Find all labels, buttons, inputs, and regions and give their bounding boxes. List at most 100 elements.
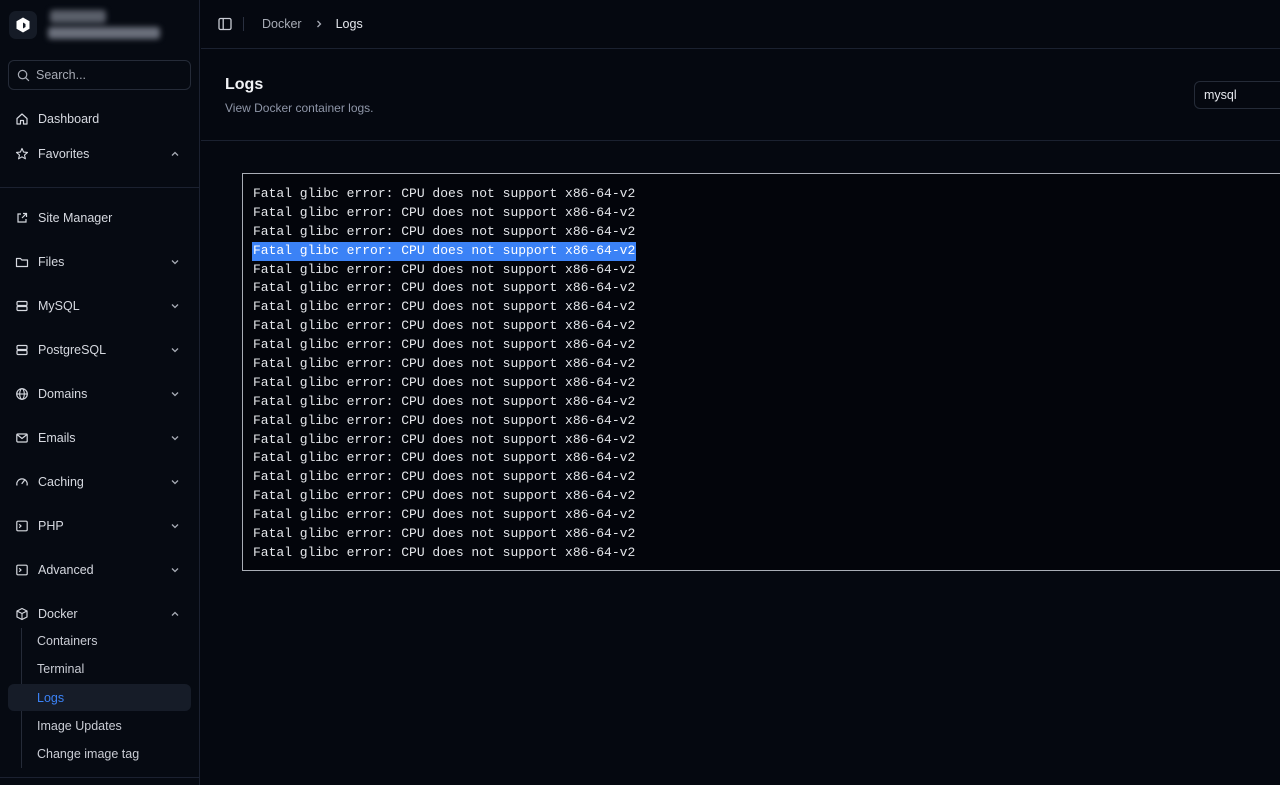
nav-docker-logs-label: Logs [37,690,65,705]
sidebar-divider [0,777,199,778]
log-line-text: Fatal glibc error: CPU does not support … [253,412,636,428]
log-line: Fatal glibc error: CPU does not support … [252,261,1280,280]
terminal-icon [14,518,30,534]
nav-docker-containers[interactable]: Containers [28,627,191,654]
page-subtitle: View Docker container logs. [225,101,374,115]
log-line-text: Fatal glibc error: CPU does not support … [253,356,636,372]
terminal-icon [14,562,30,578]
log-line: Fatal glibc error: CPU does not support … [252,487,1280,506]
log-line-text: Fatal glibc error: CPU does not support … [253,488,636,504]
log-line-text: Fatal glibc error: CPU does not support … [253,393,636,409]
log-line: Fatal glibc error: CPU does not support … [252,317,1280,336]
database-icon [14,298,30,314]
account-name-redacted [46,7,164,43]
nav-emails[interactable]: Emails [8,423,191,453]
log-line: Fatal glibc error: CPU does not support … [252,298,1280,317]
page-title: Logs [225,76,264,93]
nav-emails-label: Emails [38,431,76,445]
nav-docker-containers-label: Containers [37,633,98,648]
sidebar-toggle-icon[interactable] [217,16,233,32]
search-input[interactable] [36,68,186,82]
nav-docker-image-updates-label: Image Updates [37,718,122,733]
log-line-text: Fatal glibc error: CPU does not support … [252,241,637,261]
star-icon [14,146,30,162]
log-line-text: Fatal glibc error: CPU does not support … [253,204,636,220]
nav-docker-terminal[interactable]: Terminal [28,655,191,682]
log-line-text: Fatal glibc error: CPU does not support … [253,280,636,296]
chevron-right-icon [316,20,322,28]
page-header: Logs View Docker container logs. mysql [201,49,1280,141]
search-icon [17,69,30,81]
log-line: Fatal glibc error: CPU does not support … [252,185,1280,204]
globe-icon [14,386,30,402]
nav-docker-change-image-tag[interactable]: Change image tag [28,740,191,767]
nav-docker-label: Docker [38,607,78,621]
topbar-separator [243,17,244,31]
log-line: Fatal glibc error: CPU does not support … [252,525,1280,544]
log-line: Fatal glibc error: CPU does not support … [252,279,1280,298]
app-logo-icon[interactable] [9,10,37,39]
database-icon [14,342,30,358]
chevron-up-icon [171,611,179,616]
nav-docker-logs[interactable]: Logs [8,684,191,711]
nav-dashboard[interactable]: Dashboard [8,104,191,134]
chevron-down-icon [171,392,179,397]
log-line: Fatal glibc error: CPU does not support … [252,412,1280,431]
nav-docker-change-image-tag-label: Change image tag [37,746,140,761]
nav-caching-label: Caching [38,475,84,489]
log-line: Fatal glibc error: CPU does not support … [252,223,1280,242]
nav-files-label: Files [38,255,65,269]
nav-domains[interactable]: Domains [8,379,191,409]
log-line-text: Fatal glibc error: CPU does not support … [253,337,636,353]
log-line: Fatal glibc error: CPU does not support … [252,449,1280,468]
home-icon [14,111,30,127]
log-output[interactable]: Fatal glibc error: CPU does not support … [242,173,1280,571]
container-select[interactable]: mysql [1194,81,1280,109]
log-line-text: Fatal glibc error: CPU does not support … [253,469,636,485]
log-line-text: Fatal glibc error: CPU does not support … [253,374,636,390]
log-line: Fatal glibc error: CPU does not support … [252,336,1280,355]
log-line: Fatal glibc error: CPU does not support … [252,355,1280,374]
log-line: Fatal glibc error: CPU does not support … [252,431,1280,450]
nav-site-manager[interactable]: Site Manager [8,203,191,233]
nav-docker[interactable]: Docker [8,599,191,629]
chevron-down-icon [171,524,179,529]
search-box[interactable] [8,60,191,90]
nav-mysql-label: MySQL [38,299,80,313]
nav-postgresql[interactable]: PostgreSQL [8,335,191,365]
log-line: Fatal glibc error: CPU does not support … [252,241,1280,261]
topbar: Docker Logs [201,0,1280,49]
mail-icon [14,430,30,446]
chevron-up-icon [171,151,179,156]
nav-advanced[interactable]: Advanced [8,555,191,585]
nav-mysql[interactable]: MySQL [8,291,191,321]
nav-favorites[interactable]: Favorites [8,139,191,169]
chevron-down-icon [171,568,179,573]
chevron-down-icon [171,348,179,353]
nav-caching[interactable]: Caching [8,467,191,497]
nav-php[interactable]: PHP [8,511,191,541]
log-line: Fatal glibc error: CPU does not support … [252,374,1280,393]
log-line-text: Fatal glibc error: CPU does not support … [253,186,636,201]
chevron-down-icon [171,304,179,309]
log-line: Fatal glibc error: CPU does not support … [252,468,1280,487]
nav-advanced-label: Advanced [38,563,94,577]
breadcrumb-docker[interactable]: Docker [262,17,302,31]
log-line-text: Fatal glibc error: CPU does not support … [253,450,636,466]
log-line-text: Fatal glibc error: CPU does not support … [253,544,636,560]
nav-postgresql-label: PostgreSQL [38,343,107,357]
nav-favorites-label: Favorites [38,147,90,161]
log-line-text: Fatal glibc error: CPU does not support … [253,261,636,277]
sidebar: Dashboard Favorites Site Manager Files M… [0,0,200,785]
log-line-text: Fatal glibc error: CPU does not support … [253,431,636,447]
log-line-text: Fatal glibc error: CPU does not support … [253,223,636,239]
log-line-text: Fatal glibc error: CPU does not support … [253,299,636,315]
external-link-icon [14,210,30,226]
nav-files[interactable]: Files [8,247,191,277]
log-line-text: Fatal glibc error: CPU does not support … [253,526,636,542]
nav-dashboard-label: Dashboard [38,112,100,126]
chevron-down-icon [171,260,179,265]
nav-docker-image-updates[interactable]: Image Updates [28,712,191,739]
chevron-down-icon [171,480,179,485]
log-line: Fatal glibc error: CPU does not support … [252,506,1280,525]
